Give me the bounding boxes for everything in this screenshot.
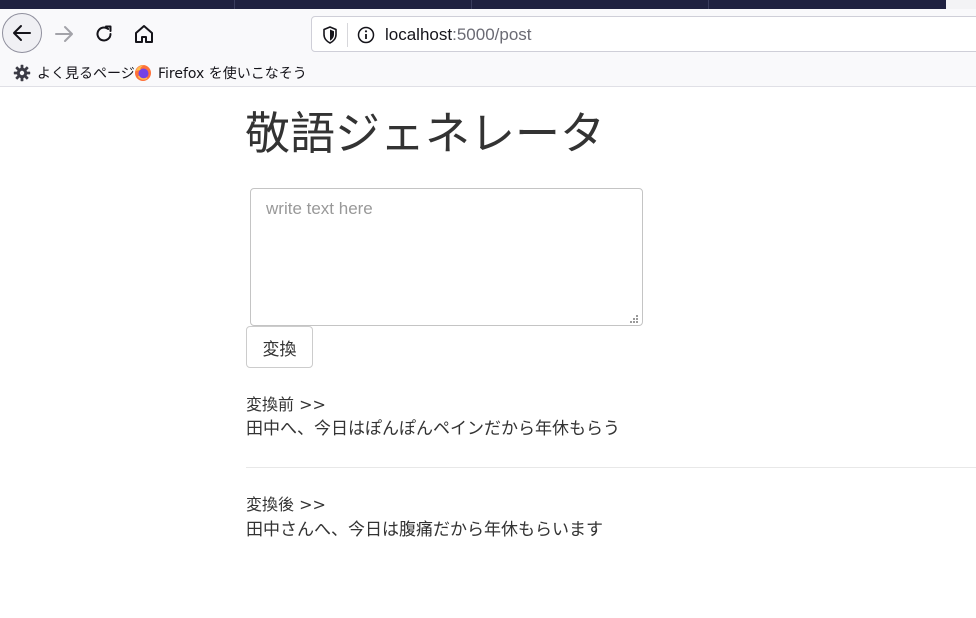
address-bar[interactable]: localhost:5000/post: [311, 16, 976, 52]
bookmark-most-visited[interactable]: よく見るページ: [13, 63, 135, 83]
bookmark-label: Firefox を使いこなそう: [158, 66, 307, 82]
shield-icon[interactable]: [320, 25, 340, 45]
home-button[interactable]: [128, 18, 160, 50]
url-divider: [347, 23, 348, 47]
convert-button[interactable]: 変換: [246, 326, 313, 368]
section-divider: [246, 467, 976, 468]
firefox-icon: [135, 65, 151, 81]
resize-grip-icon[interactable]: [627, 312, 639, 324]
page-title: 敬語ジェネレータ: [245, 107, 606, 160]
bookmark-firefox-tips[interactable]: Firefox を使いこなそう: [134, 63, 307, 83]
tab-strip-end: [946, 0, 976, 9]
gear-icon: [13, 64, 31, 82]
reload-button[interactable]: [88, 18, 120, 50]
tab-strip: [0, 0, 946, 9]
before-text: 田中へ、今日はぽんぽんペインだから年休もらう: [246, 419, 620, 439]
after-text: 田中さんへ、今日は腹痛だから年休もらいます: [246, 520, 603, 540]
before-label: 変換前 >>: [246, 395, 326, 414]
tab-separator: [234, 0, 235, 9]
url-path: :5000/post: [452, 25, 532, 44]
after-label: 変換後 >>: [246, 495, 326, 514]
url-host: localhost: [385, 25, 453, 44]
navigation-toolbar: localhost:5000/post: [0, 9, 976, 61]
arrow-right-icon: [55, 26, 73, 42]
tab-separator: [708, 0, 709, 9]
info-icon[interactable]: [356, 25, 376, 45]
bookmarks-toolbar: よく見るページ Firefox を使いこなそう: [0, 61, 976, 87]
text-input[interactable]: [250, 188, 643, 326]
home-icon: [135, 25, 153, 43]
tab-separator: [471, 0, 472, 9]
bookmark-label: よく見るページ: [37, 66, 135, 82]
url-text[interactable]: localhost:5000/post: [385, 25, 532, 45]
arrow-left-icon: [13, 25, 31, 41]
reload-icon: [96, 25, 112, 42]
forward-button[interactable]: [48, 18, 80, 50]
back-button[interactable]: [2, 13, 42, 53]
